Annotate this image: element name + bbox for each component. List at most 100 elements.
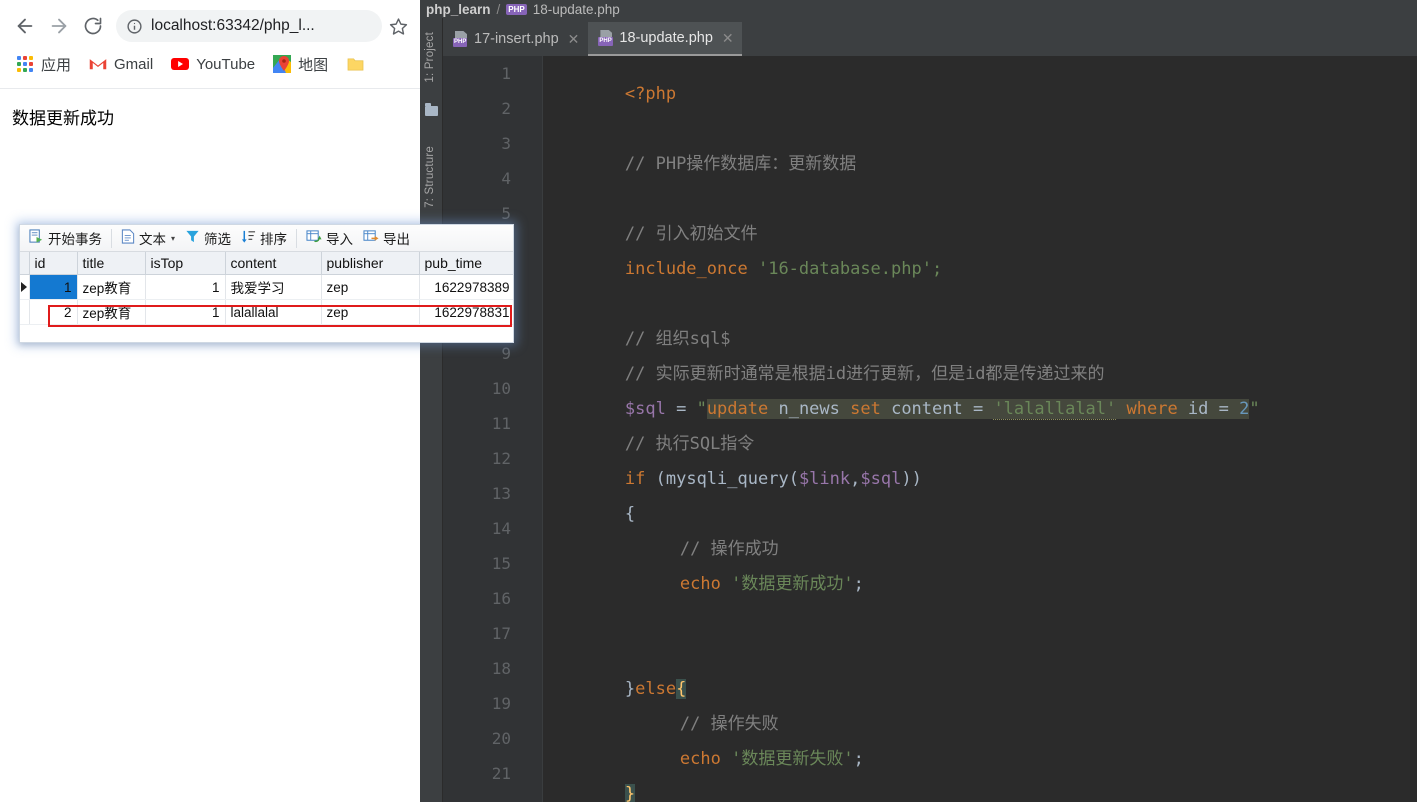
browser-window: localhost:63342/php_l... 应用 Gmail YouTub…: [0, 0, 420, 802]
bookmark-maps-label: 地图: [298, 56, 329, 74]
echo-keyword: echo: [679, 749, 721, 769]
column-header-istop[interactable]: isTop: [145, 252, 226, 275]
back-icon[interactable]: [8, 9, 42, 43]
phpstorm-window: php_learn / PHP 18-update.php 1: Project…: [420, 0, 1417, 802]
close-icon[interactable]: ✕: [568, 32, 580, 46]
tool-button-project[interactable]: 1: Project: [424, 32, 436, 83]
close-icon[interactable]: ✕: [722, 31, 734, 45]
text-doc-icon: [121, 229, 135, 247]
address-bar-text[interactable]: localhost:63342/php_l...: [151, 17, 315, 35]
sort-label: 排序: [260, 232, 288, 247]
line-number: 19: [491, 694, 511, 713]
toolbar-divider-2: [296, 228, 298, 248]
tool-window-strip: 1: Project 7: Structure: [420, 18, 443, 802]
export-button[interactable]: 导出: [358, 226, 415, 250]
cell-publisher[interactable]: zep: [321, 299, 420, 325]
cell-id[interactable]: 2: [29, 299, 78, 325]
sort-button[interactable]: 排序: [236, 226, 292, 250]
echo-keyword: echo: [679, 574, 721, 594]
breadcrumb-file[interactable]: 18-update.php: [533, 2, 620, 17]
comma: ,: [850, 469, 861, 489]
line-number: 14: [491, 519, 511, 538]
funnel-icon: [185, 229, 200, 247]
line-number: 9: [501, 344, 511, 363]
page-info-icon[interactable]: [126, 18, 143, 35]
filter-button[interactable]: 筛选: [180, 226, 236, 250]
line-number-gutter[interactable]: 1 2 3 4 5 9 10 11 12 13 14 15 16 17 18 1…: [443, 56, 521, 802]
text-button[interactable]: 文本 ▾: [116, 226, 180, 250]
bookmark-youtube[interactable]: YouTube: [169, 50, 263, 78]
code-folding-strip[interactable]: [521, 56, 616, 802]
bookmark-star-icon[interactable]: [384, 12, 412, 40]
column-header-id[interactable]: id: [29, 252, 78, 275]
column-header-publisher[interactable]: publisher: [321, 252, 420, 275]
bookmark-apps[interactable]: 应用: [14, 50, 79, 78]
text-label: 文本: [139, 232, 166, 247]
bookmark-maps[interactable]: 地图: [271, 50, 336, 78]
result-grid[interactable]: id title isTop content publisher pub_tim…: [20, 252, 513, 325]
begin-transaction-label: 开始事务: [48, 232, 102, 247]
line-number: 5: [501, 204, 511, 223]
browser-viewport: 数据更新成功: [0, 88, 420, 802]
sql-content-column: content =: [880, 399, 994, 419]
navicat-result-window[interactable]: 开始事务 文本 ▾ 筛选 排序 导入 导出 id title isTop con…: [19, 224, 514, 343]
export-label: 导出: [383, 232, 411, 247]
column-header-pubtime[interactable]: pub_time: [419, 252, 513, 275]
import-grid-icon: [306, 229, 322, 247]
php-file-icon: PHP: [453, 31, 469, 47]
sql-set-keyword: set: [850, 399, 881, 419]
import-button[interactable]: 导入: [301, 226, 358, 250]
bookmark-gmail[interactable]: Gmail: [87, 50, 161, 78]
bookmark-folder[interactable]: [344, 50, 379, 78]
gmail-icon: [89, 55, 107, 73]
line-number: 16: [491, 589, 511, 608]
cell-id[interactable]: 1: [29, 274, 78, 300]
reload-icon[interactable]: [76, 9, 110, 43]
table-row[interactable]: 1 zep教育 1 我爱学习 zep 1622978389: [20, 274, 513, 300]
cell-istop[interactable]: 1: [145, 274, 226, 300]
tool-button-structure[interactable]: 7: Structure: [424, 146, 436, 208]
tab-18-update[interactable]: PHP 18-update.php ✕: [588, 22, 742, 56]
mysqli-query-call: mysqli_query: [665, 469, 789, 489]
tab-label: 18-update.php: [619, 30, 713, 46]
address-bar[interactable]: localhost:63342/php_l...: [116, 10, 382, 42]
comment-text: // PHP操作数据库：更新数据: [624, 154, 857, 174]
tab-label: 17-insert.php: [474, 31, 559, 47]
line-number: 20: [491, 729, 511, 748]
begin-transaction-button[interactable]: 开始事务: [24, 226, 107, 250]
brace-close: }: [624, 784, 636, 802]
cell-title[interactable]: zep教育: [77, 299, 146, 325]
table-row[interactable]: 2 zep教育 1 lalallalal zep 1622978831: [20, 299, 513, 325]
cell-publisher[interactable]: zep: [321, 274, 420, 300]
cell-istop[interactable]: 1: [145, 299, 226, 325]
cell-pubtime[interactable]: 1622978389: [419, 274, 513, 300]
cell-content[interactable]: lalallalal: [225, 299, 322, 325]
cell-pubtime[interactable]: 1622978831: [419, 299, 513, 325]
column-header-content[interactable]: content: [225, 252, 322, 275]
semicolon: ;: [853, 574, 864, 594]
bookmark-apps-label: 应用: [41, 56, 72, 74]
code-editor[interactable]: 1 2 3 4 5 9 10 11 12 13 14 15 16 17 18 1…: [443, 56, 1417, 802]
table-header-row: id title isTop content publisher pub_tim…: [20, 252, 513, 275]
column-header-title[interactable]: title: [77, 252, 146, 275]
code-text-area[interactable]: <?php // PHP操作数据库：更新数据 // 引入初始文件 include…: [543, 56, 1417, 802]
import-label: 导入: [326, 232, 354, 247]
cell-content[interactable]: 我爱学习: [225, 274, 322, 300]
line-number: 15: [491, 554, 511, 573]
include-keyword: include_once: [624, 259, 748, 279]
line-number: 11: [491, 414, 511, 433]
breadcrumb[interactable]: php_learn / PHP 18-update.php: [420, 0, 1417, 18]
sql-id-value: 2: [1239, 399, 1250, 419]
chevron-down-icon[interactable]: ▾: [171, 234, 175, 243]
cell-title[interactable]: zep教育: [77, 274, 146, 300]
youtube-icon: [171, 55, 190, 73]
row-marker-cell-2: [20, 299, 30, 325]
line-number: 3: [501, 134, 511, 153]
bookmarks-bar: 应用 Gmail YouTube 地图: [0, 42, 420, 86]
breadcrumb-separator: /: [496, 1, 501, 17]
forward-icon[interactable]: [42, 9, 76, 43]
breadcrumb-project[interactable]: php_learn: [426, 2, 491, 17]
export-grid-icon: [363, 229, 379, 247]
folder-icon[interactable]: [425, 103, 438, 116]
tab-17-insert[interactable]: PHP 17-insert.php ✕: [443, 22, 587, 56]
